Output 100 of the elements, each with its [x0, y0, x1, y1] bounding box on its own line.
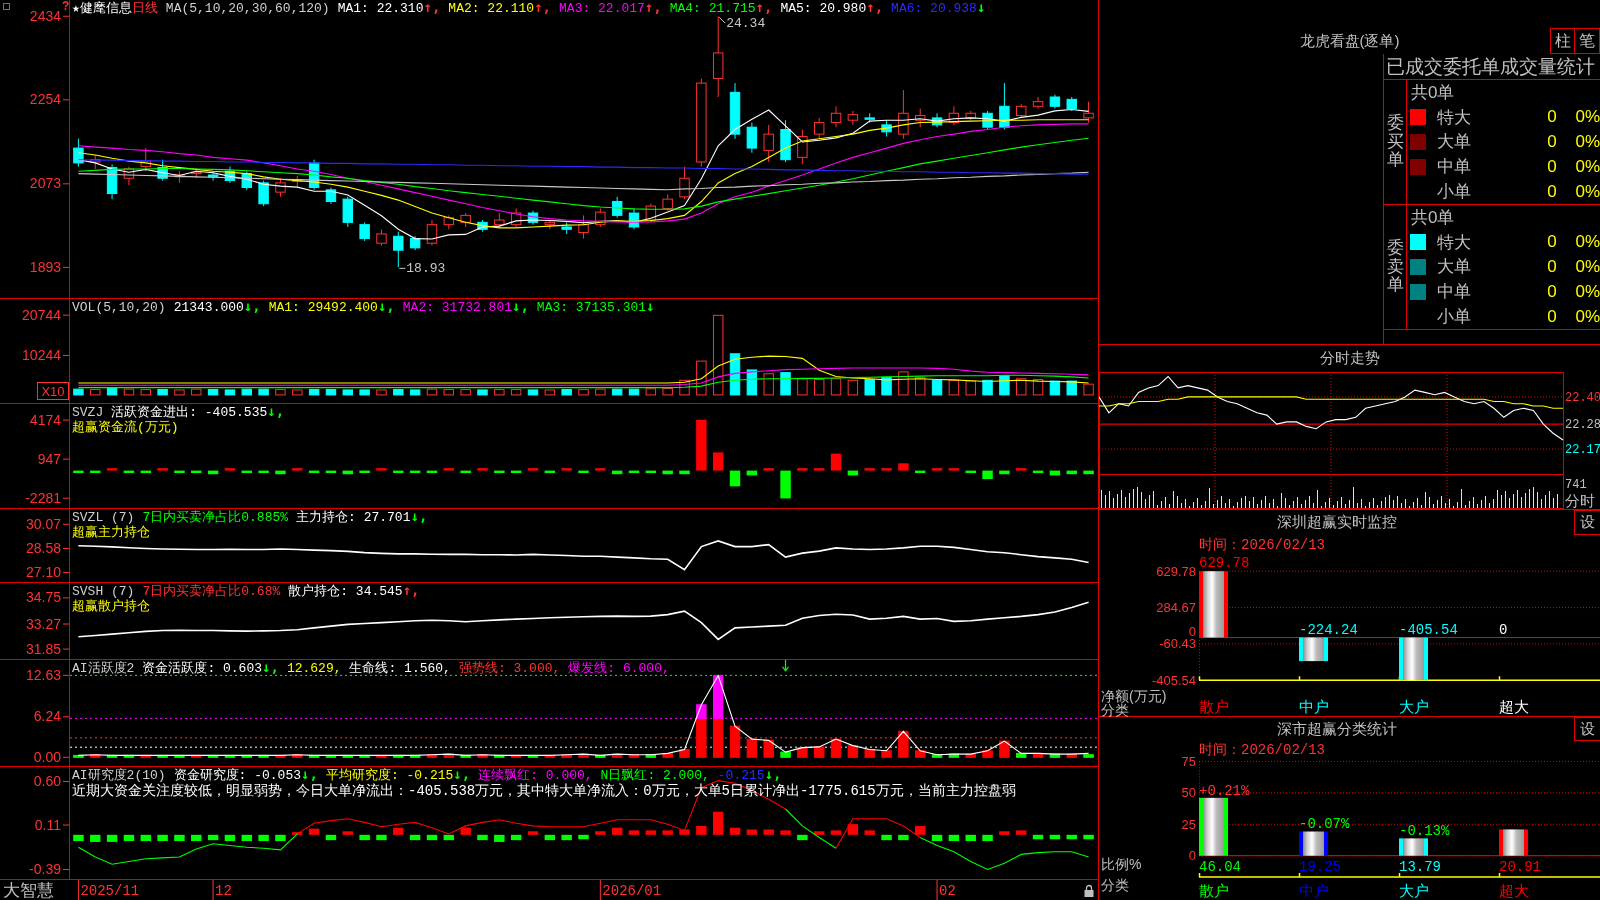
- settings-button[interactable]: 设: [1574, 510, 1600, 535]
- indicator-bar: [915, 470, 926, 473]
- indicator-bar: [443, 834, 455, 841]
- axis-tick-label: 50: [1181, 785, 1196, 801]
- candlestick: [376, 228, 387, 247]
- annotation: 18.93: [406, 261, 446, 277]
- indicator-bar: [174, 754, 185, 758]
- axis-tick-label: -2281: [25, 489, 61, 506]
- volume-bar: [847, 379, 859, 396]
- scale-unit-label[interactable]: X10: [37, 382, 69, 400]
- indicator-bar: [510, 470, 522, 473]
- view-toggle-button[interactable]: 笔: [1575, 28, 1600, 54]
- candlestick: [241, 170, 252, 191]
- order-count: 0: [1547, 232, 1557, 253]
- axis-tick-label: 27.10: [25, 564, 61, 581]
- candlestick: [426, 219, 438, 247]
- indicator-bar: [780, 830, 791, 835]
- candlestick: [814, 117, 825, 140]
- indicator-bar: [393, 754, 404, 758]
- volume-bar: [140, 389, 151, 396]
- indicator-bar: [73, 470, 84, 473]
- chart-period: 日线: [131, 1, 158, 16]
- group-label: 委卖单: [1386, 238, 1404, 296]
- indicator-bar: [460, 754, 471, 758]
- category-label: 大户: [1399, 698, 1429, 715]
- indicator-bar: [814, 831, 825, 835]
- indicator-bar: [712, 811, 724, 835]
- indicator-bar: [308, 470, 320, 473]
- lock-icon[interactable]: [1084, 884, 1094, 897]
- candlestick: [494, 212, 505, 228]
- indicator-bar: [224, 834, 236, 842]
- indicator-bar: [359, 834, 370, 841]
- volume-bar: [948, 379, 960, 396]
- brand-logo: 大智慧: [3, 881, 54, 900]
- square-icon[interactable]: [3, 3, 10, 10]
- candlestick: [999, 82, 1010, 130]
- legend-reading: 21343.000: [173, 300, 244, 315]
- stock-name: 健麾信息: [79, 1, 132, 16]
- axis-tick-label: -0.39: [29, 861, 61, 877]
- category-label: 超大: [1499, 882, 1529, 899]
- indicator-bar: [376, 468, 387, 471]
- legend-reading: 生命线: 1.560,: [349, 661, 451, 676]
- candlestick: [763, 124, 774, 163]
- indicator-bar: [578, 834, 589, 840]
- legend-reading: 爆发线: 6.000,: [568, 661, 670, 676]
- indicator-bar: [780, 751, 791, 758]
- candlestick: [898, 89, 909, 140]
- axis-tick-label: 30.07: [25, 515, 61, 532]
- settings-button[interactable]: 设: [1574, 717, 1600, 741]
- date-axis-label: 02: [939, 883, 956, 899]
- price-tick-label: 22.40: [1565, 390, 1600, 405]
- indicator-bar: [729, 827, 741, 835]
- legend-reading: 平均研究度: -0.215: [325, 768, 454, 783]
- value-label: 0: [1499, 621, 1508, 638]
- view-toggle-button[interactable]: 柱: [1550, 28, 1575, 54]
- indicator-bar: [477, 754, 488, 758]
- indicator-bar: [106, 754, 118, 758]
- volume-bar: [325, 389, 337, 396]
- category-label: 中户: [1299, 882, 1329, 899]
- axis-tick-label: 33.27: [25, 615, 61, 632]
- indicator-bar: [763, 739, 774, 758]
- indicator-bar: [814, 746, 825, 758]
- volume-bar: [696, 360, 707, 396]
- axis-tick-label: 2073: [29, 175, 61, 192]
- date-axis-label: 12: [215, 883, 232, 899]
- trend-arrow: ↑,: [402, 583, 420, 598]
- candlestick: [106, 163, 118, 200]
- volume-bar: [460, 389, 471, 396]
- indicator-bar: [628, 470, 640, 473]
- order-percent: 0%: [1575, 281, 1600, 302]
- candlestick: [830, 105, 842, 128]
- indicator-bar: [578, 753, 589, 758]
- axis-tick-label: 20744: [22, 306, 61, 323]
- candlestick: [864, 112, 875, 124]
- volume-bar: [595, 388, 606, 396]
- order-total: 共0单: [1411, 206, 1455, 229]
- indicator-bar: [679, 470, 690, 475]
- indicator-bar: [460, 827, 471, 835]
- axis-tick-label: 75: [1181, 753, 1196, 769]
- volume-bar: [292, 389, 303, 396]
- indicator-bar: [258, 754, 269, 758]
- indicator-bar: [712, 675, 724, 719]
- change-label: +0.21%: [1199, 782, 1250, 799]
- indicator-bar: [561, 468, 572, 471]
- legend-reading: MA2: 22.110: [448, 1, 535, 16]
- order-percent: 0%: [1575, 156, 1600, 177]
- indicator-bar: [561, 754, 572, 758]
- section-title: 分时走势: [1319, 349, 1380, 368]
- candlestick: [948, 105, 960, 126]
- indicator-bar: [224, 468, 236, 471]
- indicator-bar: [191, 834, 202, 842]
- order-count: 0: [1547, 281, 1557, 302]
- candlestick: [258, 180, 269, 207]
- value-label: 20.91: [1499, 859, 1541, 875]
- indicator-bar: [342, 470, 353, 475]
- help-mark[interactable]: ?: [62, 0, 70, 12]
- indicator-bar: [814, 468, 825, 471]
- indicator-bar: [746, 470, 758, 476]
- indicator-bar: [544, 754, 556, 758]
- ratio-bar: [1199, 797, 1228, 856]
